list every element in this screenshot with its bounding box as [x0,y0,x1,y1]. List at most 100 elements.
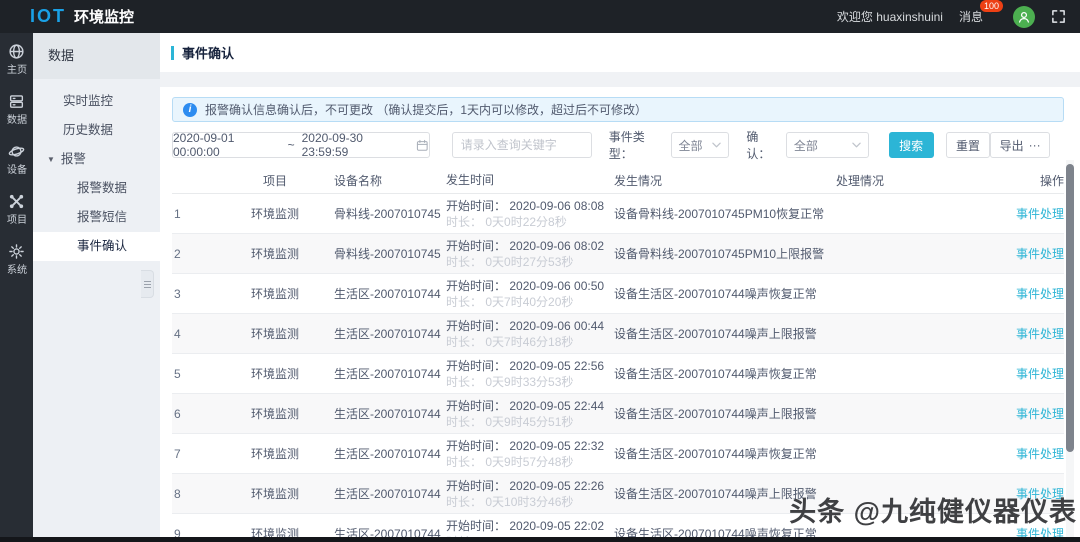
confirm-label: 确认： [746,130,771,161]
row-index: 4 [174,326,181,341]
home-globe-icon [9,44,24,59]
chevron-down-icon [712,142,722,148]
cell-occur-time: 开始时间： 2020-09-05 22:32 时长： 0天9时57分48秒 [446,438,605,469]
row-index: 3 [174,286,181,301]
device-icon [8,146,25,157]
event-handle-link[interactable]: 事件处理 [1016,367,1064,381]
event-handle-link[interactable]: 事件处理 [1016,447,1064,461]
top-header: IOT 环境监控 欢迎您 huaxinshuini 消息 100 [0,0,1080,33]
cell-occurrence: 设备骨料线-2007010745PM10上限报警 [614,247,825,261]
event-handle-link[interactable]: 事件处理 [1016,247,1064,261]
sidebar-section-title: 数据 [33,33,160,79]
rail-item-data[interactable]: 数据 [6,93,28,126]
event-type-label: 事件类型： [608,130,645,161]
row-index: 7 [174,446,181,461]
event-handle-link[interactable]: 事件处理 [1016,407,1064,421]
table-row: 7 环境监测 生活区-2007010744 开始时间： 2020-09-05 2… [172,434,1064,474]
fullscreen-icon[interactable] [1051,9,1066,24]
page-title: 事件确认 [182,46,235,61]
cell-project: 环境监测 [250,207,299,221]
cell-device-name: 生活区-2007010744 [334,447,441,461]
row-index: 1 [174,206,181,221]
confirm-select[interactable]: 全部 [785,132,869,158]
export-button[interactable]: 导出 ··· [990,132,1050,158]
app-window: IOT 环境监控 欢迎您 huaxinshuini 消息 100 主页 数据 设… [0,0,1080,542]
welcome-text: 欢迎您 huaxinshuini [836,10,943,24]
cell-occurrence: 设备骨料线-2007010745PM10恢复正常 [614,207,825,221]
cell-action: 事件处理 [986,405,1064,422]
messages-link[interactable]: 消息 100 [959,0,1003,25]
cell-project: 环境监测 [250,367,299,381]
cell-project: 环境监测 [250,447,299,461]
title-accent-bar [171,45,174,60]
sidebar-item-history[interactable]: 历史数据 [33,116,160,145]
cell-device-name: 生活区-2007010744 [334,367,441,381]
content-panel: 报警确认信息确认后，不可更改 （确认提交后，1天内可以修改，超过后不可修改） 2… [160,87,1080,542]
person-icon [1018,11,1030,23]
event-handle-link[interactable]: 事件处理 [1016,287,1064,301]
sidebar-item-realtime[interactable]: 实时监控 [33,87,160,116]
cell-occur-time: 开始时间： 2020-09-06 08:02 时长： 0天0时27分53秒 [446,238,605,269]
cell-device-name: 骨料线-2007010745 [334,207,441,221]
rail-item-device[interactable]: 设备 [6,143,28,176]
sidebar-item-event-confirm[interactable]: 事件确认 [33,232,160,261]
cell-project: 环境监测 [250,247,299,261]
watermark-text: 头条 @九纯健仪器仪表 [789,497,1077,527]
rail-item-home[interactable]: 主页 [6,43,28,76]
main-content: 事件确认 报警确认信息确认后，不可更改 （确认提交后，1天内可以修改，超过后不可… [160,33,1080,542]
rail-item-project[interactable]: 项目 [6,193,28,226]
sidebar-item-alarm-group[interactable]: ▼ 报警 [33,145,160,174]
more-dots-icon: ··· [1028,138,1041,152]
row-index: 8 [174,486,181,501]
table-row: 3 环境监测 生活区-2007010744 开始时间： 2020-09-06 0… [172,274,1064,314]
search-input[interactable] [451,132,592,158]
sidebar-item-alarm-sms[interactable]: 报警短信 [33,203,160,232]
cell-device-name: 生活区-2007010744 [334,287,441,301]
sidebar-item-alarm-data[interactable]: 报警数据 [33,174,160,203]
cell-device-name: 骨料线-2007010745 [334,247,441,261]
cell-action: 事件处理 [986,445,1064,462]
info-icon [183,102,197,117]
caret-down-icon: ▼ [47,155,55,164]
cell-action: 事件处理 [986,205,1064,222]
brand: IOT 环境监控 [30,6,134,27]
cell-occurrence: 设备生活区-2007010744噪声上限报警 [614,407,817,421]
row-index: 5 [174,366,181,381]
cell-device-name: 生活区-2007010744 [334,327,441,341]
sidebar-collapse-handle[interactable] [141,270,154,298]
vertical-scrollbar [1066,160,1074,537]
cell-device-name: 生活区-2007010744 [334,407,441,421]
cell-action: 事件处理 [986,285,1064,302]
date-range-picker[interactable]: 2020-09-01 00:00:00 ~ 2020-09-30 23:59:5… [172,131,430,159]
search-button[interactable]: 搜索 [888,132,934,158]
table-header-row: 项目 设备名称 发生时间 发生情况 处理情况 操作 [172,167,1064,194]
nav-rail: 主页 数据 设备 项目 系统 [0,33,33,537]
event-type-select[interactable]: 全部 [670,132,730,158]
user-avatar[interactable] [1013,5,1035,28]
cell-occur-time: 开始时间： 2020-09-05 22:26 时长： 0天10时3分46秒 [446,478,605,509]
cell-occur-time: 开始时间： 2020-09-05 22:44 时长： 0天9时45分51秒 [446,398,605,429]
cell-occurrence: 设备生活区-2007010744噪声恢复正常 [614,447,817,461]
date-start: 2020-09-01 00:00:00 [173,131,235,159]
app-title: 环境监控 [74,9,135,26]
rail-item-system[interactable]: 系统 [6,243,28,276]
event-handle-link[interactable]: 事件处理 [1016,207,1064,221]
cell-action: 事件处理 [986,325,1064,342]
system-gear-icon [9,244,24,259]
calendar-icon [417,139,428,151]
info-alert: 报警确认信息确认后，不可更改 （确认提交后，1天内可以修改，超过后不可修改） [172,97,1064,122]
event-handle-link[interactable]: 事件处理 [1016,327,1064,341]
header-occurrence: 发生情况 [614,173,663,188]
header-handling: 处理情况 [836,173,885,188]
table-row: 6 环境监测 生活区-2007010744 开始时间： 2020-09-05 2… [172,394,1064,434]
cell-device-name: 生活区-2007010744 [334,487,441,501]
reset-button[interactable]: 重置 [945,132,991,158]
row-index: 6 [174,406,181,421]
scrollbar-thumb[interactable] [1066,164,1074,452]
table-row: 2 环境监测 骨料线-2007010745 开始时间： 2020-09-06 0… [172,234,1064,274]
logo-text: IOT [30,6,66,26]
table-row: 5 环境监测 生活区-2007010744 开始时间： 2020-09-05 2… [172,354,1064,394]
cell-action: 事件处理 [986,245,1064,262]
cell-occur-time: 开始时间： 2020-09-06 00:50 时长： 0天7时40分20秒 [446,278,605,309]
row-index: 2 [174,246,181,261]
